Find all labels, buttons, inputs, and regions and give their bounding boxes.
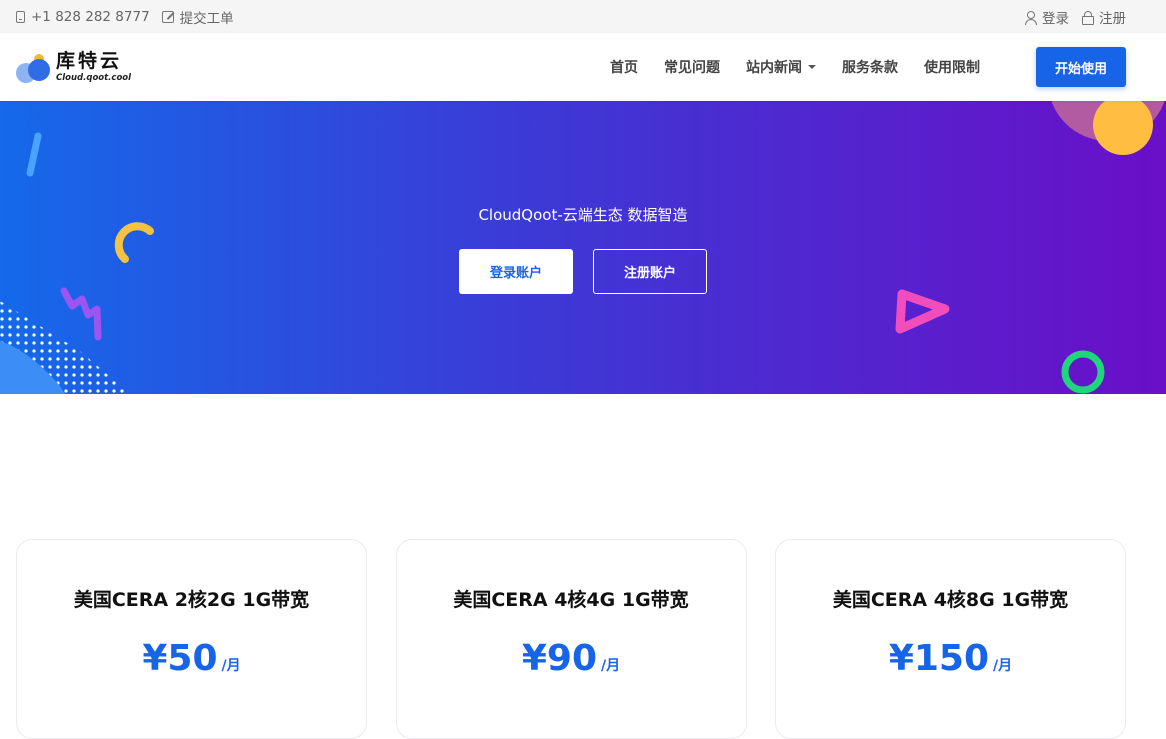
edit-icon [161, 10, 174, 23]
lock-icon [1081, 10, 1094, 25]
user-icon [1024, 10, 1037, 25]
nav-item-news[interactable]: 站内新闻 [746, 57, 816, 77]
plan-price: ¥50 [142, 638, 218, 679]
phone-icon [16, 10, 25, 23]
plan-title: 美国CERA 4核4G 1G带宽 [453, 589, 689, 611]
plan-price: ¥150 [888, 638, 990, 679]
cloud-logo-icon [16, 51, 52, 83]
plan-title: 美国CERA 4核8G 1G带宽 [832, 589, 1069, 611]
triangle-shape [895, 289, 950, 334]
login-link[interactable]: 登录 [1024, 7, 1069, 27]
hero-tagline: CloudQoot-云端生态 数据智造 [478, 206, 688, 224]
register-link[interactable]: 注册 [1081, 7, 1126, 27]
hero-banner: CloudQoot-云端生态 数据智造 登录账户 注册账户 [0, 101, 1166, 394]
plan-card[interactable]: 美国CERA 4核8G 1G带宽 ¥150/月 [775, 539, 1126, 739]
phone-number: +1 828 282 8777 [31, 8, 150, 25]
plan-unit: /月 [993, 658, 1013, 674]
pricing-section: 美国CERA 2核2G 1G带宽 ¥50/月 美国CERA 4核4G 1G带宽 … [16, 539, 1126, 739]
caret-down-icon [808, 65, 816, 69]
plan-unit: /月 [221, 658, 241, 674]
yellow-circle-shape [1093, 101, 1153, 155]
nav-item-home[interactable]: 首页 [610, 57, 638, 77]
plan-card[interactable]: 美国CERA 4核4G 1G带宽 ¥90/月 [395, 539, 747, 739]
plan-price: ¥90 [521, 638, 598, 679]
login-label: 登录 [1042, 10, 1069, 27]
submit-ticket-label: 提交工单 [179, 10, 234, 27]
register-label: 注册 [1099, 10, 1126, 27]
dash-shape [26, 132, 42, 177]
phone-contact[interactable]: +1 828 282 8777 [16, 9, 150, 25]
top-bar: +1 828 282 8777 提交工单 登录 注册 [0, 0, 1166, 33]
plan-title: 美国CERA 2核2G 1G带宽 [73, 589, 310, 611]
submit-ticket-link[interactable]: 提交工单 [161, 7, 234, 27]
site-logo[interactable]: 库特云 Cloud.qoot.cool [16, 51, 131, 83]
logo-subtext: Cloud.qoot.cool [56, 72, 132, 83]
nav-item-limits[interactable]: 使用限制 [924, 57, 980, 77]
login-account-button[interactable]: 登录账户 [459, 249, 573, 294]
nav-item-news-label: 站内新闻 [746, 60, 802, 76]
nav-item-terms[interactable]: 服务条款 [842, 57, 898, 77]
plan-card[interactable]: 美国CERA 2核2G 1G带宽 ¥50/月 [16, 539, 367, 739]
register-account-button[interactable]: 注册账户 [593, 249, 707, 294]
main-nav: 库特云 Cloud.qoot.cool 首页 常见问题 站内新闻 服务条款 使用… [0, 33, 1166, 101]
nav-item-faq[interactable]: 常见问题 [664, 57, 720, 77]
get-started-button[interactable]: 开始使用 [1036, 47, 1126, 87]
plan-unit: /月 [601, 658, 621, 674]
green-ring-shape [1061, 350, 1105, 394]
zigzag-shape [60, 287, 102, 341]
logo-text: 库特云 [56, 49, 123, 72]
hero-decorations [0, 101, 1165, 394]
nav-menu: 首页 常见问题 站内新闻 服务条款 使用限制 开始使用 [584, 47, 1126, 87]
